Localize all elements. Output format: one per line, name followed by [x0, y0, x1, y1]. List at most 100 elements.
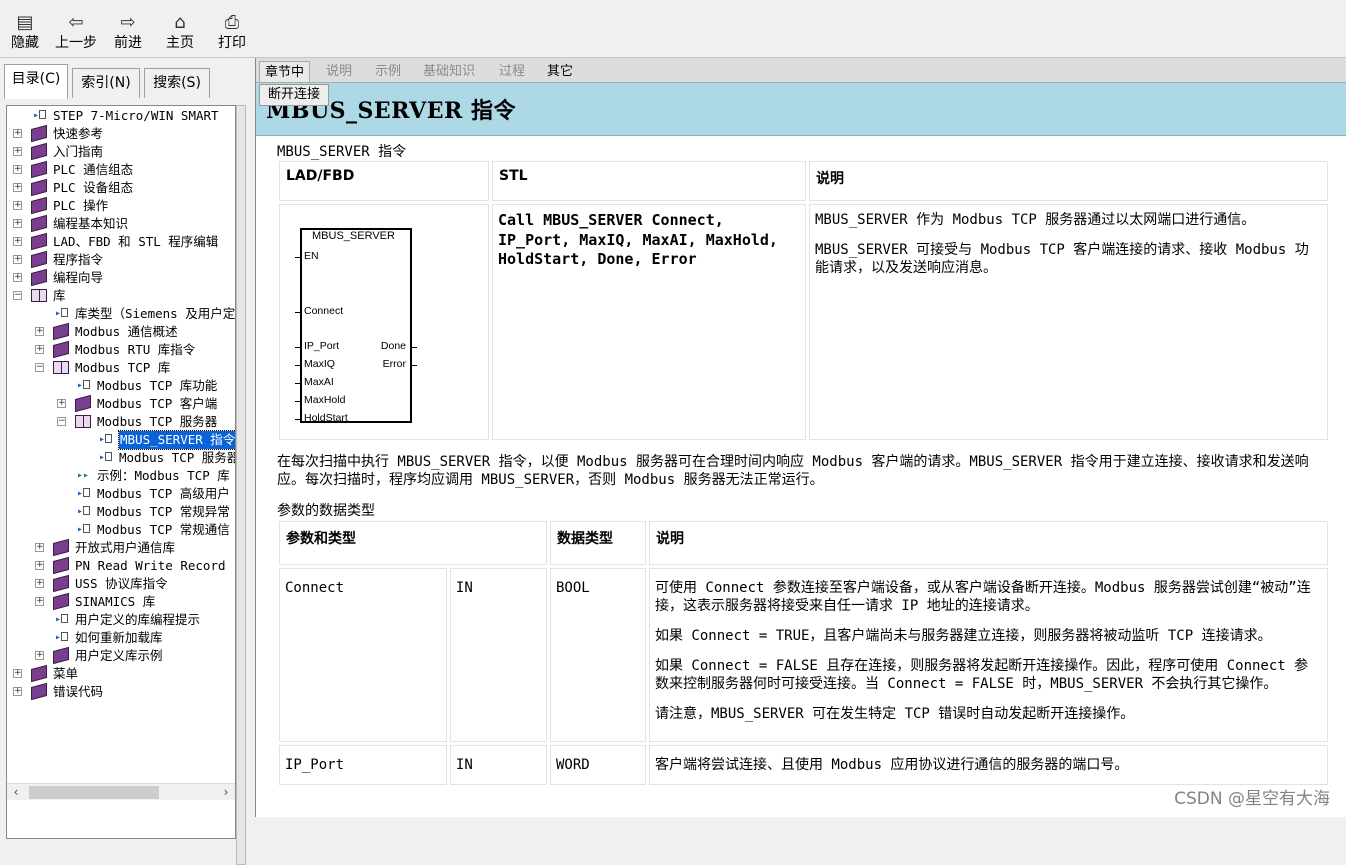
param-name: Connect: [279, 568, 447, 742]
tree-item[interactable]: ▸ Modbus TCP 常规异常: [7, 503, 235, 521]
tree-item[interactable]: + 程序指令: [7, 250, 235, 269]
expand-icon[interactable]: +: [35, 597, 44, 606]
tree-item-label: 用户定义库示例: [75, 648, 163, 663]
tree-item[interactable]: + 入门指南: [7, 142, 235, 161]
expand-icon[interactable]: +: [13, 219, 22, 228]
tree-item[interactable]: + 开放式用户通信库: [7, 538, 235, 557]
tree-item-label: 示例：Modbus TCP 库: [97, 468, 230, 483]
tree-item[interactable]: + PLC 设备组态: [7, 178, 235, 197]
tree-item[interactable]: ▸ 如何重新加载库: [7, 629, 235, 647]
back-button[interactable]: ⇦ 上一步: [52, 12, 100, 56]
tab-other[interactable]: 其它: [542, 61, 578, 82]
hide-button[interactable]: ▤ 隐藏: [8, 12, 42, 56]
expand-icon[interactable]: +: [13, 129, 22, 138]
tab-chapter[interactable]: 章节中: [259, 61, 311, 82]
tree-item[interactable]: − Modbus TCP 库: [7, 359, 235, 377]
fbd-input-pin: [295, 312, 300, 313]
tree-item[interactable]: + PLC 操作: [7, 196, 235, 215]
tree-item[interactable]: + PN Read Write Record: [7, 556, 235, 575]
tree-item[interactable]: + 编程向导: [7, 268, 235, 287]
back-arrow-icon: ⇦: [68, 12, 84, 33]
tab-basics[interactable]: 基础知识: [418, 61, 480, 82]
expand-icon[interactable]: +: [13, 255, 22, 264]
book-icon: [53, 322, 69, 341]
tab-index-label: 索引(N): [81, 75, 131, 91]
tab-search[interactable]: 搜索(S): [144, 68, 210, 98]
scrollbar-thumb[interactable]: [29, 786, 159, 799]
tree-item[interactable]: ▸ Modbus TCP 常规通信: [7, 521, 235, 539]
expand-icon[interactable]: +: [13, 669, 22, 678]
stl-code: Call MBUS_SERVER Connect, IP_Port, MaxIQ…: [492, 204, 806, 440]
tree-item[interactable]: ▸▸ 示例：Modbus TCP 库: [7, 467, 235, 485]
example-icon: ▸▸: [77, 470, 90, 481]
tree-item[interactable]: ▸ Modbus TCP 高级用户: [7, 485, 235, 503]
expand-icon[interactable]: +: [35, 543, 44, 552]
expand-icon[interactable]: +: [35, 327, 44, 336]
expand-icon[interactable]: +: [13, 237, 22, 246]
tree-item[interactable]: + USS 协议库指令: [7, 574, 235, 593]
horizontal-scrollbar[interactable]: ‹ ›: [7, 783, 235, 800]
tree-item[interactable]: + Modbus TCP 客户端: [7, 394, 235, 413]
expand-icon[interactable]: +: [35, 579, 44, 588]
tree-item[interactable]: + 菜单: [7, 664, 235, 683]
tree-item[interactable]: ▸ Modbus TCP 服务器示例: [7, 449, 235, 467]
tab-contents[interactable]: 目录(C): [4, 64, 68, 99]
tree-item-label: PLC 操作: [53, 198, 109, 213]
expand-icon[interactable]: +: [13, 687, 22, 696]
pane-splitter[interactable]: [236, 105, 246, 865]
tree-item[interactable]: − 库: [7, 287, 235, 305]
tree-item[interactable]: + PLC 通信组态: [7, 160, 235, 179]
home-button[interactable]: ⌂ 主页: [163, 12, 197, 56]
forward-button[interactable]: ⇨ 前进: [111, 12, 145, 56]
tree-item[interactable]: ▸ 用户定义的库编程提示: [7, 611, 235, 629]
tree-item[interactable]: + LAD、FBD 和 STL 程序编辑: [7, 232, 235, 251]
collapse-icon[interactable]: −: [13, 291, 22, 300]
tree-item[interactable]: ▸ STEP 7-Micro/WIN SMART: [7, 107, 235, 125]
collapse-icon[interactable]: −: [35, 363, 44, 372]
hide-label: 隐藏: [11, 35, 39, 51]
instruction-table: LAD/FBD STL 说明 MBUS_SERVER EN Connect IP_P…: [276, 158, 1331, 443]
collapse-icon[interactable]: −: [57, 417, 66, 426]
print-button[interactable]: ⎙ 打印: [215, 12, 249, 56]
tree-item-label: USS 协议库指令: [75, 576, 168, 591]
scroll-left-icon[interactable]: ‹: [7, 784, 25, 801]
tree-item[interactable]: + Modbus RTU 库指令: [7, 340, 235, 359]
expand-icon[interactable]: +: [13, 165, 22, 174]
scroll-right-icon[interactable]: ›: [217, 784, 235, 801]
expand-icon[interactable]: +: [13, 147, 22, 156]
book-icon: [31, 250, 47, 269]
expand-icon[interactable]: +: [13, 273, 22, 282]
tab-process[interactable]: 过程: [494, 61, 530, 82]
tree-item-label: Modbus TCP 服务器: [97, 414, 218, 429]
disconnect-popup[interactable]: 断开连接: [259, 84, 329, 106]
expand-icon[interactable]: +: [13, 183, 22, 192]
tab-index[interactable]: 索引(N): [72, 68, 140, 98]
topic-page-icon: ▸: [77, 506, 91, 519]
home-icon: ⌂: [174, 12, 186, 33]
tree-item-label: 库类型（Siemens 及用户定义）: [75, 306, 236, 321]
tree-item[interactable]: + Modbus 通信概述: [7, 322, 235, 341]
instruction-description: MBUS_SERVER 作为 Modbus TCP 服务器通过以太网端口进行通信…: [809, 204, 1328, 440]
tree-item-label: MBUS_SERVER 指令: [117, 430, 236, 450]
fbd-cell: MBUS_SERVER EN Connect IP_Port MaxIQ MaxAI Ma…: [279, 204, 489, 440]
expand-icon[interactable]: +: [35, 651, 44, 660]
expand-icon[interactable]: +: [35, 345, 44, 354]
expand-icon[interactable]: +: [35, 561, 44, 570]
tree-item[interactable]: + 错误代码: [7, 682, 235, 701]
tree-item[interactable]: ▸ Modbus TCP 库功能: [7, 377, 235, 395]
tree-item[interactable]: ▸ MBUS_SERVER 指令: [7, 430, 236, 450]
tab-example[interactable]: 示例: [370, 61, 406, 82]
tree-item[interactable]: + SINAMICS 库: [7, 592, 235, 611]
header-datatype: 数据类型: [550, 521, 646, 565]
fbd-input-label: Connect: [304, 305, 344, 317]
book-icon: [53, 340, 69, 359]
expand-icon[interactable]: +: [57, 399, 66, 408]
tree-item[interactable]: + 编程基本知识: [7, 214, 235, 233]
expand-icon[interactable]: +: [13, 201, 22, 210]
tree-item[interactable]: + 用户定义库示例: [7, 646, 235, 665]
tree-item[interactable]: − Modbus TCP 服务器: [7, 413, 235, 431]
tree-item[interactable]: ▸ 库类型（Siemens 及用户定义）: [7, 305, 236, 323]
tab-description[interactable]: 说明: [321, 61, 357, 82]
tree-item[interactable]: + 快速参考: [7, 124, 235, 143]
print-icon: ⎙: [224, 12, 240, 33]
